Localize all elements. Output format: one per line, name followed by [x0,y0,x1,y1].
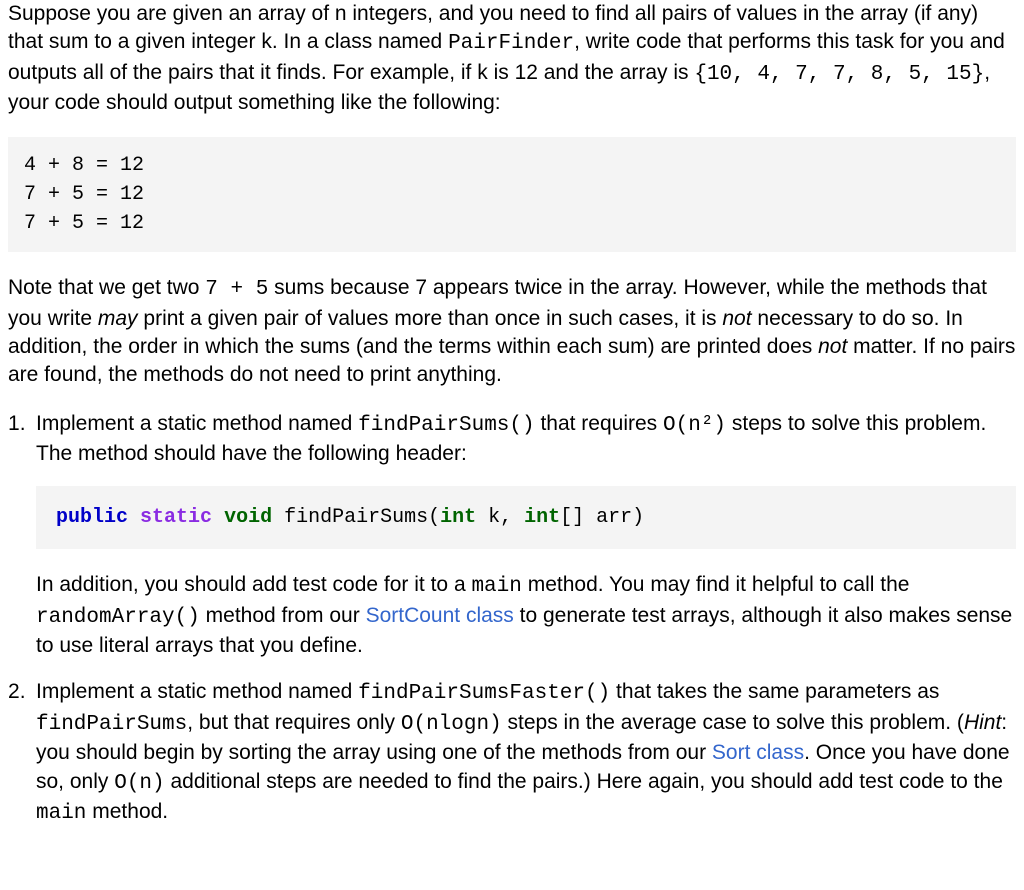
note-paragraph: Note that we get two 7 + 5 sums because … [8,274,1016,389]
sig-arg1: k, [476,506,524,529]
t1-method: findPairSums() [358,414,534,437]
note-may: may [98,307,138,330]
t2-p1a: Implement a static method named [36,680,358,703]
array-literal: {10, 4, 7, 7, 8, 5, 15} [694,63,984,86]
sort-link[interactable]: Sort class [712,741,804,764]
task-list: Implement a static method named findPair… [8,410,1016,828]
t2-method: findPairSumsFaster() [358,682,610,705]
t1-bigO: O(n²) [663,414,726,437]
t2-p1h: method. [86,800,168,823]
kw-public: public [56,506,128,529]
kw-static: static [140,506,212,529]
class-name: PairFinder [448,32,574,55]
t2-p1b: that takes the same parameters as [610,680,939,703]
problem-intro: Suppose you are given an array of n inte… [8,0,1016,117]
sig-arg2: [] arr) [560,506,644,529]
t1-p1a: Implement a static method named [36,412,358,435]
note-not1: not [722,307,751,330]
t1-p2c: method from our [200,604,366,627]
t2-bigO2: O(n) [114,772,164,795]
kw-void: void [224,506,272,529]
task-item-1: Implement a static method named findPair… [36,410,1016,661]
t2-bigO: O(nlogn) [401,713,502,736]
t2-hint: Hint [964,711,1001,734]
t1-randomarray: randomArray() [36,606,200,629]
note-not2: not [818,335,847,358]
t2-p1c: , but that requires only [187,711,401,734]
t2-method2: findPairSums [36,713,187,736]
t1-p2b: method. You may find it helpful to call … [522,573,910,596]
kw-int-1: int [440,506,476,529]
example-output-block: 4 + 8 = 12 7 + 5 = 12 7 + 5 = 12 [8,137,1016,252]
t1-main: main [471,575,521,598]
t2-main: main [36,802,86,825]
kw-int-2: int [524,506,560,529]
t2-p1g: additional steps are needed to find the … [165,770,1003,793]
task-item-2: Implement a static method named findPair… [36,678,1016,828]
t2-p1d: steps in the average case to solve this … [502,711,964,734]
sortcount-link[interactable]: SortCount class [366,604,514,627]
t1-p1b: that requires [535,412,663,435]
note-p3: print a given pair of values more than o… [138,307,723,330]
method-signature-block: public static void findPairSums(int k, i… [36,486,1016,549]
note-sum-expr: 7 + 5 [205,278,268,301]
t1-p2a: In addition, you should add test code fo… [36,573,471,596]
note-p1: Note that we get two [8,276,205,299]
sig-name: findPairSums( [284,506,440,529]
